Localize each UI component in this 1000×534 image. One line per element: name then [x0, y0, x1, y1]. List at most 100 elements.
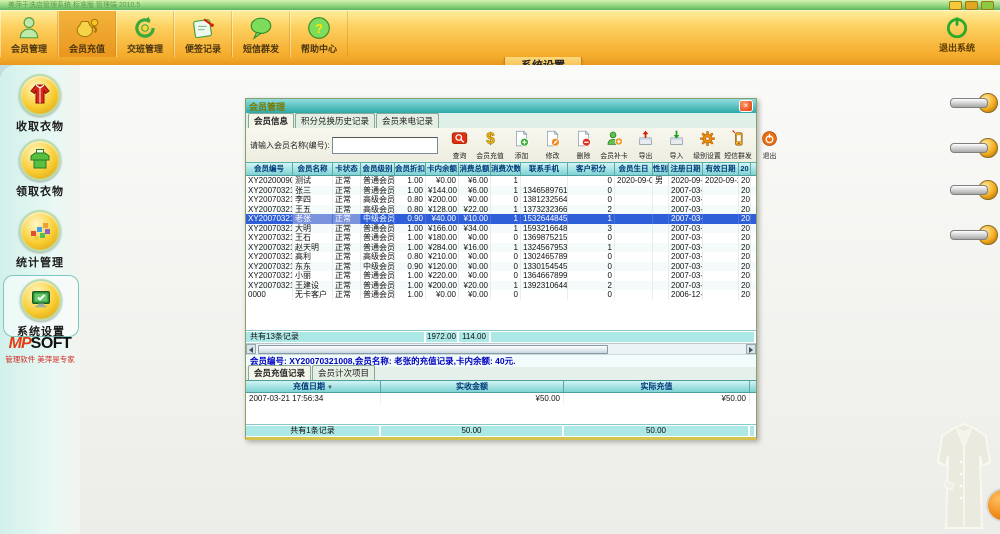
table-cell: 大明 — [293, 224, 333, 234]
table-cell: 1.00 — [395, 233, 426, 243]
table-cell — [703, 243, 739, 253]
recharge-column-header[interactable]: 实收金额 — [381, 381, 564, 392]
column-header[interactable]: 客户积分 — [568, 163, 615, 175]
table-cell: 2007-03-21 — [669, 243, 703, 253]
table-cell — [615, 262, 653, 272]
toolbar-strip — [0, 57, 1000, 65]
recharge-table-row[interactable]: 2007-03-21 17:56:34¥50.00¥50.00 — [246, 393, 756, 404]
column-header[interactable]: 会员名称 — [293, 163, 333, 175]
member-toolbar-button-search[interactable]: 查询 — [444, 129, 475, 161]
member-table-row[interactable]: XY20070321011张三正常普通会员1.00¥144.00¥6.00113… — [246, 186, 756, 196]
member-toolbar-button-export[interactable]: 导出 — [630, 129, 661, 161]
member-table-summary-row: 共有13条记录 1972.00 114.00 — [246, 330, 756, 343]
table-cell: 正常 — [333, 262, 361, 272]
table-cell: 高利 — [293, 252, 333, 262]
exit-system-button[interactable]: 退出系统 — [918, 10, 996, 57]
table-cell: 20 — [739, 214, 751, 224]
sidebar-item-label: 收取衣物 — [3, 118, 77, 134]
toolbar-button-note-record[interactable]: 便签记录 — [174, 11, 232, 58]
table-cell: 0 — [491, 262, 521, 272]
tab-会员信息[interactable]: 会员信息 — [248, 113, 294, 128]
sidebar-item-statistics[interactable]: 统计管理 — [3, 207, 77, 267]
column-header[interactable]: 有效日期 — [703, 163, 739, 175]
member-table-row[interactable]: XY20070321002小丽正常普通会员1.00¥220.00¥0.00013… — [246, 271, 756, 281]
member-table-row[interactable]: 0000无卡客户正常普通会员1.00¥0.00¥0.00002006-12-13… — [246, 290, 756, 300]
table-cell — [653, 233, 669, 243]
column-header[interactable]: 会员折扣 — [395, 163, 426, 175]
member-table-row[interactable]: XY20070321003东东正常中级会员0.90¥120.00¥0.00013… — [246, 262, 756, 272]
member-toolbar-button-edit[interactable]: 修改 — [537, 129, 568, 161]
tab-会员来电记录[interactable]: 会员来电记录 — [376, 113, 439, 128]
member-table-row[interactable]: XY20070321009王五正常高级会员0.80¥128.00¥22.0011… — [246, 205, 756, 215]
member-toolbar-button-recharge[interactable]: $会员充值 — [475, 129, 506, 161]
sidebar-item-system-settings[interactable]: 系统设置 — [3, 275, 79, 337]
column-header[interactable]: 消费次数 — [491, 163, 521, 175]
table-cell: 无卡客户 — [293, 290, 333, 300]
column-header[interactable]: 20 — [739, 163, 751, 175]
member-table-row[interactable]: XY20070321008老张正常中级会员0.90¥40.00¥10.00115… — [246, 214, 756, 224]
sidebar-item-pickup-clothes[interactable]: 领取衣物 — [3, 136, 77, 196]
column-header[interactable]: 会员编号 — [246, 163, 293, 175]
scrollbar-track[interactable] — [256, 344, 746, 354]
column-header[interactable]: 会员生日 — [615, 163, 653, 175]
delete-icon — [574, 130, 591, 149]
toolbar-button-shift-manage[interactable]: 交班管理 — [116, 11, 174, 58]
member-toolbar-button-delete[interactable]: 删除 — [568, 129, 599, 161]
member-table-row[interactable]: XY20070321001王建设正常普通会员1.00¥200.00¥20.001… — [246, 281, 756, 291]
toolbar-button-sms-group[interactable]: 短信群发 — [232, 11, 290, 58]
table-cell — [653, 214, 669, 224]
column-header[interactable]: 卡状态 — [333, 163, 361, 175]
member-search-row: 请输入会员名称(编号): 查询$会员充值添加修改删除会员补卡导出导入级别设置短信… — [246, 128, 756, 163]
member-toolbar-button-reissue-card[interactable]: 会员补卡 — [599, 129, 630, 161]
member-toolbar-button-import[interactable]: 导入 — [661, 129, 692, 161]
member-search-input[interactable] — [332, 137, 438, 154]
toolbar-button-member-recharge[interactable]: 会员充值 — [58, 11, 116, 58]
sidebar-item-receive-clothes[interactable]: 收取衣物 — [3, 71, 77, 131]
scroll-left-arrow-icon[interactable] — [246, 344, 256, 354]
member-table-row[interactable]: XY202000903001测试正常普通会员1.00¥0.00¥6.001020… — [246, 176, 756, 186]
maximize-button[interactable] — [965, 1, 978, 10]
member-toolbar-button-exit[interactable]: 退出 — [754, 129, 785, 161]
table-cell: 2007-03-21 — [669, 186, 703, 196]
minimize-button[interactable] — [949, 1, 962, 10]
member-table-row[interactable]: XY20070321007大明正常普通会员1.00¥166.00¥34.0011… — [246, 224, 756, 234]
table-cell: ¥6.00 — [459, 186, 491, 196]
table-cell: 0.90 — [395, 214, 426, 224]
sub-tab-会员计次项目[interactable]: 会员计次项目 — [312, 365, 375, 380]
table-cell — [653, 224, 669, 234]
member-window-titlebar[interactable]: 会员管理 × — [246, 99, 756, 113]
member-table-row[interactable]: XY20070321005赵天明正常普通会员1.00¥284.00¥16.001… — [246, 243, 756, 253]
table-cell: 1 — [568, 243, 615, 253]
table-cell: 2007-03-21 — [669, 205, 703, 215]
column-header[interactable]: 性别 — [653, 163, 669, 175]
close-button[interactable] — [981, 1, 994, 10]
sms-icon — [729, 130, 746, 149]
scrollbar-thumb[interactable] — [258, 345, 608, 354]
toolbar-button-help-center[interactable]: ?帮助中心 — [290, 11, 348, 58]
member-table-row[interactable]: XY20070321004高利正常高级会员0.80¥210.00¥0.00013… — [246, 252, 756, 262]
recharge-column-header[interactable]: 充值日期▼ — [246, 381, 381, 392]
table-cell: ¥200.00 — [426, 281, 459, 291]
recharge-cell: ¥50.00 — [564, 393, 750, 404]
toolbar-button-member-manage[interactable]: 会员管理 — [0, 11, 58, 58]
column-header[interactable]: 注册日期 — [669, 163, 703, 175]
column-header[interactable]: 消费总额 — [459, 163, 491, 175]
member-toolbar-label: 修改 — [545, 150, 559, 160]
sub-tab-会员充值记录[interactable]: 会员充值记录 — [248, 365, 311, 380]
member-toolbar-button-sms[interactable]: 短信群发 — [723, 129, 754, 161]
table-cell: ¥120.00 — [426, 262, 459, 272]
column-header[interactable]: 卡内余额 — [426, 163, 459, 175]
member-window-close-icon[interactable]: × — [739, 100, 753, 112]
recharge-column-header[interactable]: 实际充值 — [564, 381, 750, 392]
member-table-row[interactable]: XY20070321006王石正常普通会员1.00¥180.00¥0.00013… — [246, 233, 756, 243]
scroll-right-arrow-icon[interactable] — [746, 344, 756, 354]
table-cell: 2007-03-21 — [669, 252, 703, 262]
app-root: { "window": { "titlebar": { "title": "美萍… — [0, 0, 1000, 534]
table-cell: 20 — [739, 195, 751, 205]
column-header[interactable]: 联系手机 — [521, 163, 568, 175]
member-toolbar-button-level-settings[interactable]: 级别设置 — [692, 129, 723, 161]
column-header[interactable]: 会员级别 — [361, 163, 395, 175]
member-table-row[interactable]: XY20070321010李四正常高级会员0.80¥200.00¥0.00013… — [246, 195, 756, 205]
member-toolbar-button-add[interactable]: 添加 — [506, 129, 537, 161]
tab-积分兑换历史记录[interactable]: 积分兑换历史记录 — [295, 113, 375, 128]
